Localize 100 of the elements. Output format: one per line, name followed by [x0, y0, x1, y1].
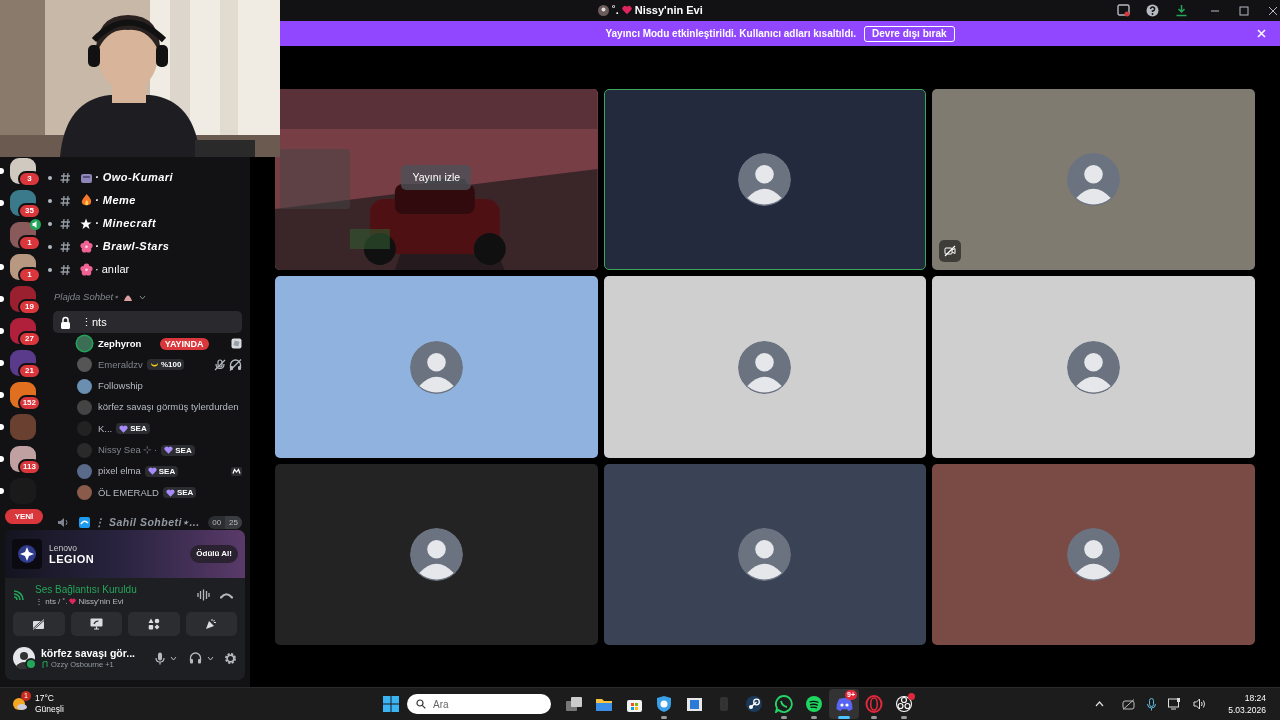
- shield-icon[interactable]: [656, 695, 672, 713]
- volume-icon[interactable]: [1193, 698, 1207, 710]
- search-field[interactable]: Ara: [407, 694, 551, 714]
- heart-icon: [165, 488, 175, 497]
- username[interactable]: körfez savaşı gör...: [41, 646, 135, 660]
- user-max: 25: [225, 515, 242, 529]
- member-name[interactable]: ÖL EMERALD: [98, 485, 159, 500]
- music-icon: [41, 660, 48, 669]
- maximize-icon[interactable]: [1239, 5, 1249, 16]
- settings-icon[interactable]: [224, 651, 237, 665]
- user-count: 00: [211, 516, 223, 529]
- channel-name[interactable]: · Owo-Kumari: [95, 169, 174, 186]
- download-icon[interactable]: [1175, 4, 1188, 17]
- category-name[interactable]: Plajda Sohbet⋆: [54, 290, 120, 305]
- soundboard-icon[interactable]: [197, 589, 210, 601]
- new-pill[interactable]: YENİ: [5, 509, 43, 524]
- heart-icon: [621, 5, 632, 15]
- voice-channel[interactable]: ⋮nts: [53, 311, 242, 333]
- screen-share-icon: [89, 618, 103, 630]
- camera-button[interactable]: [13, 612, 65, 636]
- claim-button[interactable]: Ödülü Al!: [190, 545, 238, 563]
- server-icon: [598, 4, 609, 16]
- game-controller-icon[interactable]: [834, 696, 854, 712]
- disable-button[interactable]: Devre dışı bırak: [864, 25, 955, 42]
- channel-name[interactable]: ⋮ Sahil Sohbeti⋆...: [94, 514, 200, 531]
- heart-icon: [69, 597, 77, 605]
- tag-badge: SEA: [161, 444, 195, 456]
- camera-off-icon[interactable]: [1122, 698, 1136, 710]
- hash-icon: [60, 171, 71, 184]
- chevron-icon[interactable]: [170, 655, 177, 661]
- video-tile[interactable]: [275, 276, 598, 458]
- avatar: [738, 153, 792, 206]
- task-view-icon[interactable]: [565, 696, 583, 712]
- avatar: [1067, 528, 1121, 581]
- channel-name[interactable]: · Minecraft: [95, 215, 157, 232]
- member-name[interactable]: pixel elma: [98, 464, 141, 479]
- inbox-icon[interactable]: [1117, 4, 1130, 17]
- channel-name[interactable]: · anılar: [95, 261, 130, 278]
- soundboard-button[interactable]: [185, 612, 237, 636]
- chat-icon[interactable]: [775, 695, 793, 713]
- activities-button[interactable]: [128, 612, 180, 636]
- video-tile[interactable]: [603, 276, 927, 458]
- clock-date[interactable]: 5.03.2026: [1228, 704, 1266, 716]
- box-icon: [79, 171, 93, 184]
- banner-message: Yayıncı Modu etkinleştirildi. Kullanıcı adları kısaltıldı.: [605, 27, 857, 41]
- channel-path[interactable]: ⋮ nts / ˚.: [35, 595, 68, 607]
- mention-badge: 113: [18, 459, 41, 475]
- hash-icon: [60, 240, 71, 253]
- microphone-icon[interactable]: [1147, 697, 1157, 711]
- video-tile[interactable]: Yayını izle: [275, 89, 598, 270]
- signal-icon: [13, 589, 27, 601]
- video-tile[interactable]: [603, 464, 927, 645]
- start-icon[interactable]: [383, 696, 399, 712]
- mention-badge: 152: [17, 395, 41, 411]
- video-tile[interactable]: [932, 276, 1255, 458]
- member-name[interactable]: Emeraldzv: [98, 357, 143, 373]
- clock-time[interactable]: 18:24: [1244, 692, 1266, 704]
- game-icon: [231, 338, 242, 350]
- mention-badge: 27: [18, 331, 41, 347]
- member-name[interactable]: Nissy Sea ⊹ ·: [98, 443, 158, 458]
- network-icon[interactable]: [1168, 698, 1182, 710]
- window-title-prefix: ˚.: [612, 3, 619, 17]
- close-icon[interactable]: [1268, 5, 1278, 16]
- music-app-icon[interactable]: [805, 695, 823, 713]
- shapes-icon: [147, 618, 160, 630]
- tag-badge: SEA: [116, 423, 150, 435]
- steam-icon[interactable]: [745, 695, 763, 713]
- star-icon: [80, 217, 92, 230]
- member-name[interactable]: Followship: [98, 379, 143, 394]
- help-icon[interactable]: [1146, 4, 1159, 17]
- video-tile[interactable]: [932, 89, 1255, 270]
- product-name: LEGION: [49, 554, 95, 565]
- screen-share-button[interactable]: [70, 612, 122, 636]
- camera-off-icon: [32, 618, 46, 630]
- member-name[interactable]: Zephyron: [98, 336, 142, 351]
- member-name[interactable]: K...: [98, 421, 113, 436]
- avatar: [1067, 340, 1121, 394]
- chevron-icon[interactable]: [207, 655, 214, 661]
- boost-badge: %100: [146, 359, 185, 371]
- folder-icon[interactable]: [595, 696, 613, 712]
- microphone-icon[interactable]: [155, 651, 165, 665]
- recorder-icon[interactable]: [895, 695, 913, 713]
- video-tile[interactable]: [275, 464, 598, 645]
- mention-badge: 21: [18, 363, 41, 379]
- disconnect-icon[interactable]: [220, 591, 233, 599]
- speaker-icon: [57, 516, 69, 528]
- channel-name[interactable]: · Brawl-Stars: [95, 238, 170, 255]
- window-icon[interactable]: [685, 696, 703, 712]
- video-tile[interactable]: [603, 89, 927, 270]
- weather-icon[interactable]: [12, 696, 28, 712]
- member-name[interactable]: körfez savaşı görmüş tylerdurden: [98, 400, 239, 415]
- browser-icon[interactable]: [865, 695, 883, 713]
- watch-stream-button[interactable]: Yayını izle: [401, 165, 472, 190]
- video-tile[interactable]: [932, 464, 1255, 645]
- server-name[interactable]: Nissy'nin Evi: [78, 595, 124, 607]
- mention-badge: 1: [18, 235, 41, 251]
- flower-icon: [79, 263, 93, 276]
- channel-name[interactable]: · Meme: [95, 192, 136, 209]
- headset-icon[interactable]: [189, 652, 202, 664]
- chevron-up-icon[interactable]: [1095, 701, 1105, 707]
